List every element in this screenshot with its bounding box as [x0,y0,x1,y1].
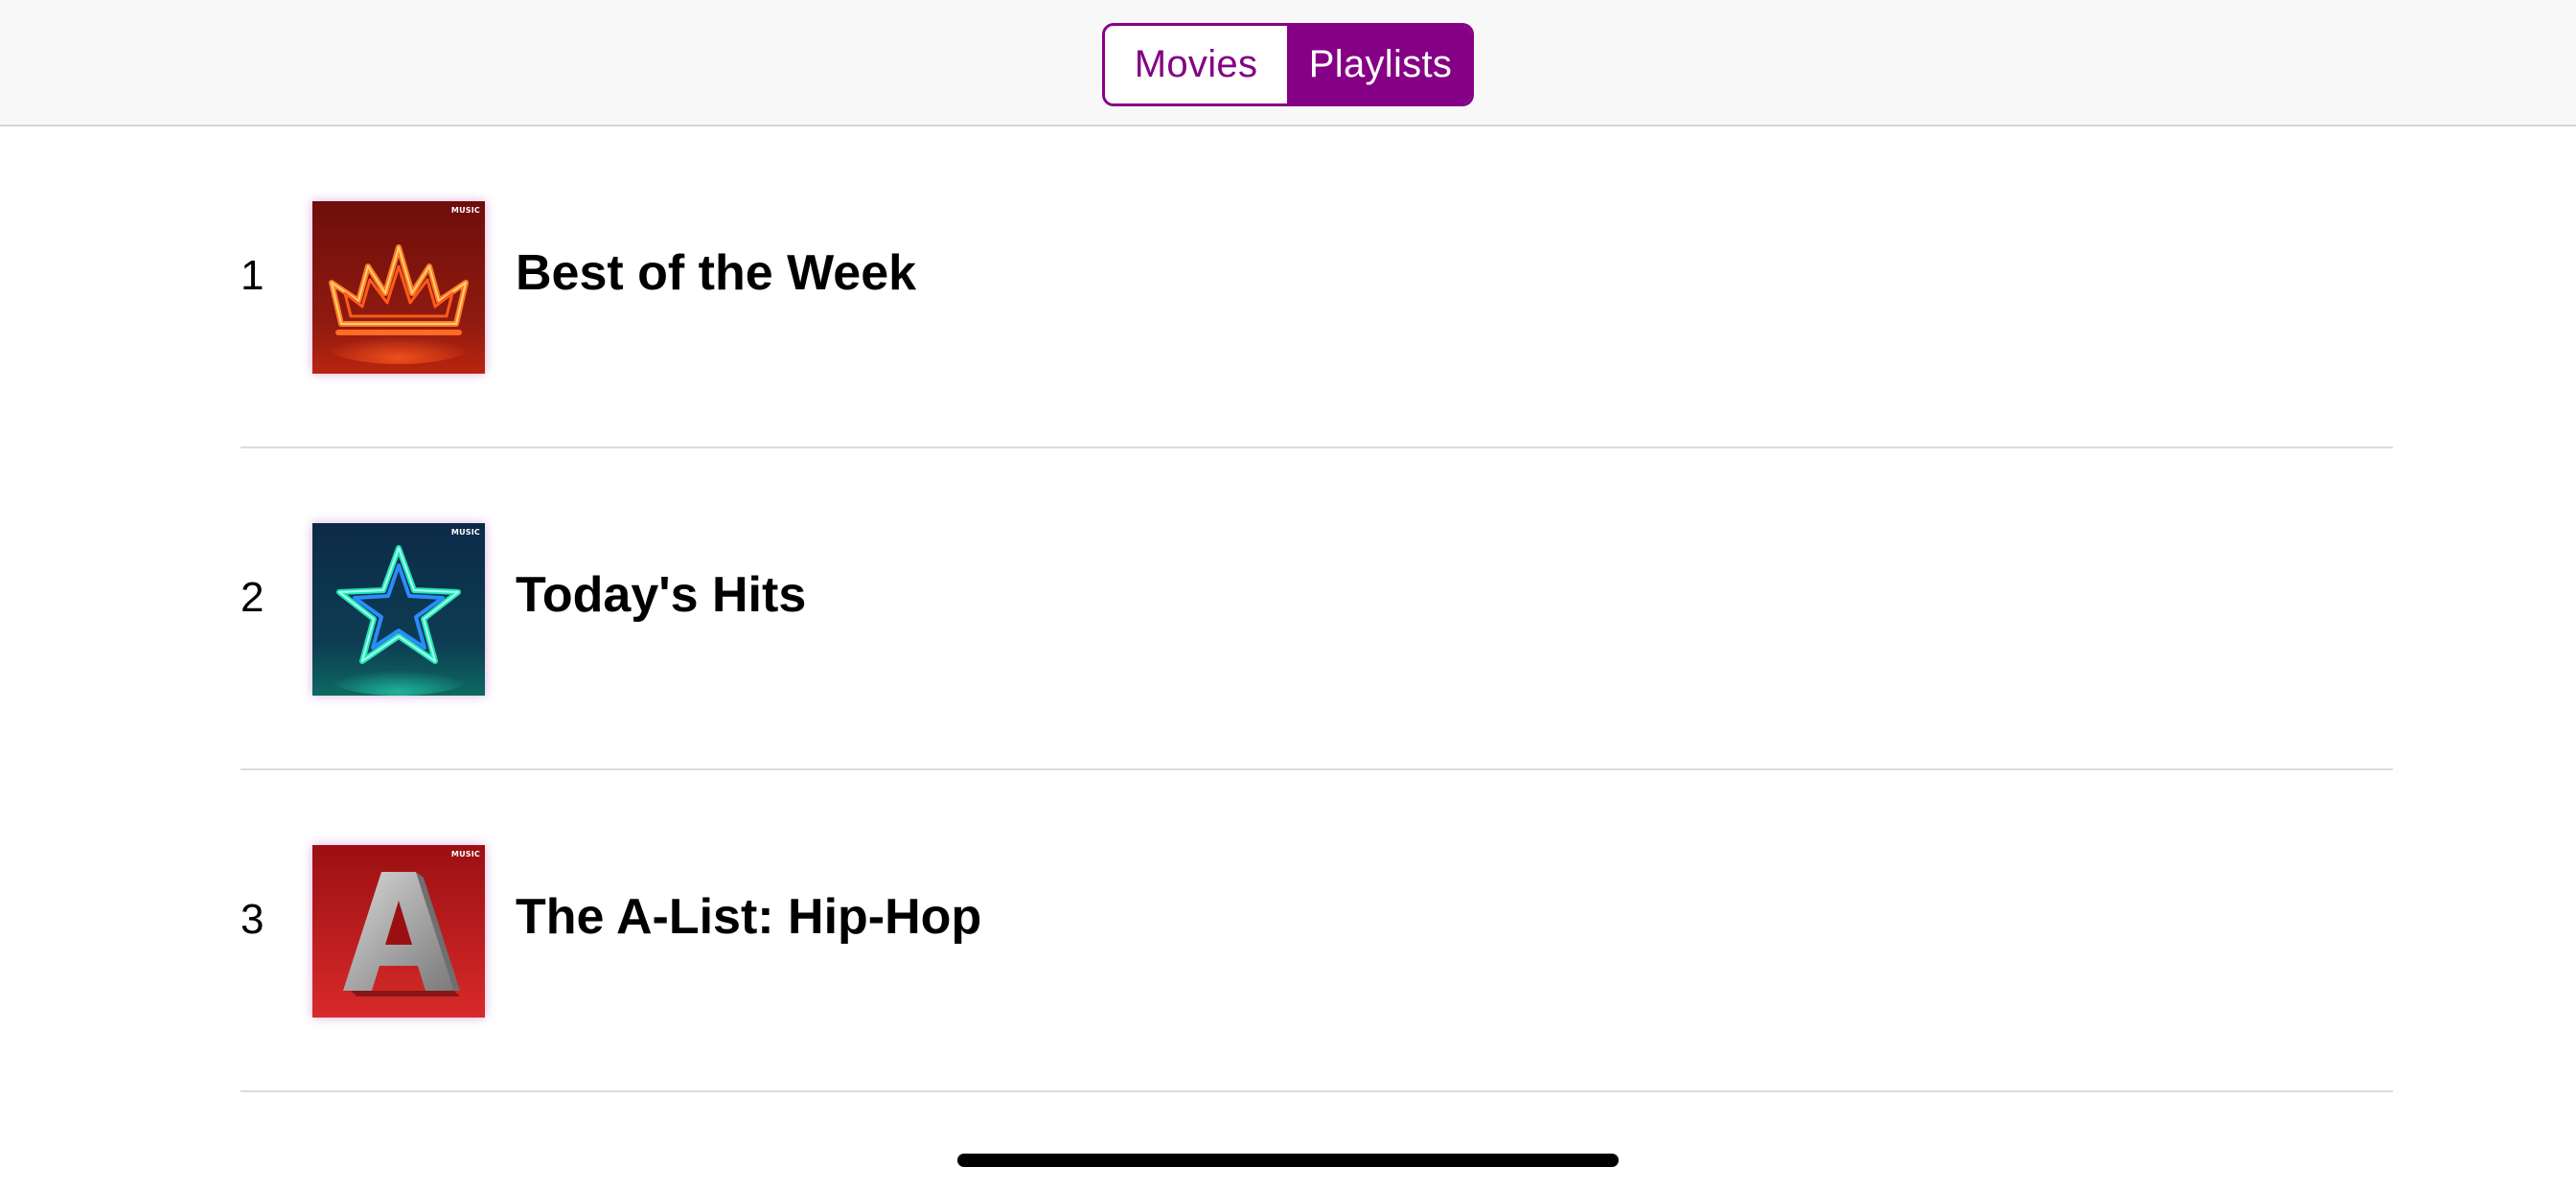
playlist-artwork[interactable]: MUSIC [312,845,485,1018]
playlist-artwork[interactable]: MUSIC [312,201,485,374]
playlists-segment-button[interactable]: Playlists [1290,26,1471,103]
playlist-title[interactable]: Today's Hits [516,565,806,625]
neon-crown-icon [312,201,485,374]
list-item[interactable]: 3 MUSIC The A-List: Hip-Hop [183,770,2393,1092]
neon-star-icon [312,523,485,696]
rank-number: 2 [241,574,264,621]
music-badge: MUSIC [450,206,480,215]
list-item[interactable]: 2 MUSIC Today's Hits [183,448,2393,770]
rank-number: 1 [241,252,264,299]
playlist-artwork[interactable]: MUSIC [312,523,485,696]
movies-segment-button[interactable]: Movies [1105,26,1290,103]
playlist-title[interactable]: Best of the Week [516,243,916,303]
row-divider [241,1090,2393,1092]
list-item[interactable]: 1 MUSIC Best of the Week [183,126,2393,448]
category-segmented-control: Movies Playlists [1102,23,1474,106]
music-badge: MUSIC [450,850,480,858]
rank-number: 3 [241,896,264,943]
playlist-list: 1 MUSIC Best of the Week 2 MUSIC Today's… [183,126,2393,1094]
stone-letter-a-icon [312,845,485,1018]
top-bar: Movies Playlists [0,0,2576,126]
music-badge: MUSIC [450,528,480,537]
home-indicator[interactable] [957,1154,1619,1167]
playlist-title[interactable]: The A-List: Hip-Hop [516,887,981,947]
